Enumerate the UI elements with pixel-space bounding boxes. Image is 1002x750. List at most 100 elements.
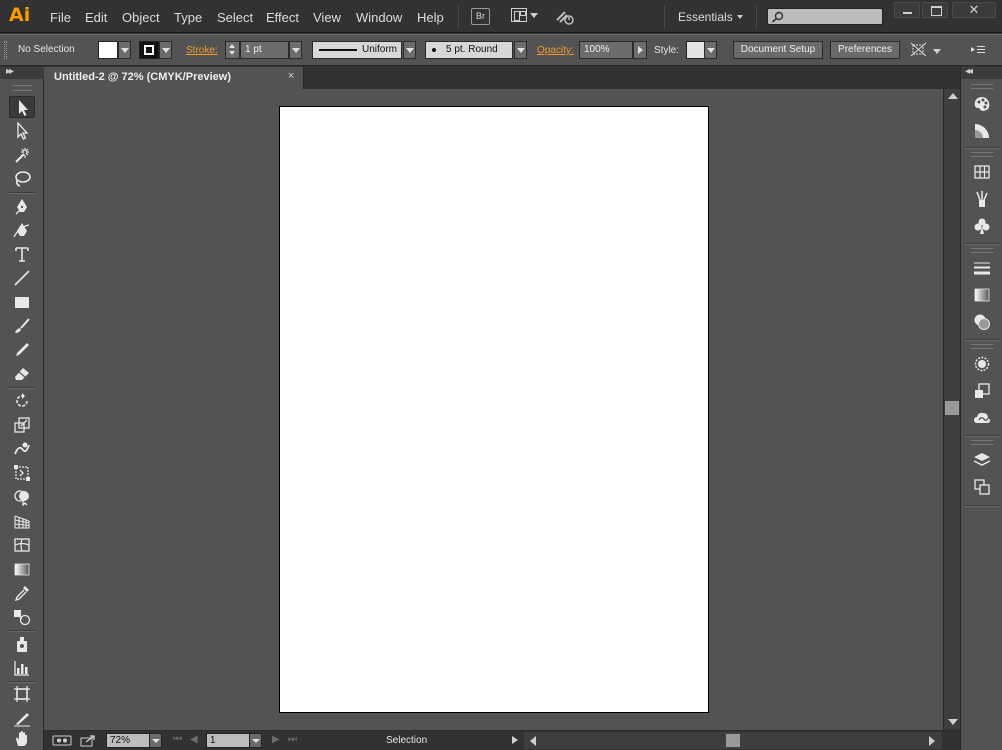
rectangle-tool-icon[interactable] bbox=[9, 291, 35, 313]
dock-grip[interactable] bbox=[971, 344, 993, 349]
stepper-up-icon[interactable] bbox=[229, 44, 235, 48]
symbol-sprayer-tool-icon[interactable] bbox=[9, 633, 35, 655]
dock-grip[interactable] bbox=[971, 152, 993, 157]
menu-view[interactable]: View bbox=[313, 10, 341, 25]
brush-dropdown[interactable] bbox=[514, 41, 527, 59]
line-segment-tool-icon[interactable] bbox=[9, 267, 35, 289]
blend-tool-icon[interactable] bbox=[9, 606, 35, 628]
scroll-left-icon[interactable] bbox=[530, 736, 536, 746]
workspace-switcher[interactable]: Essentials bbox=[678, 10, 733, 24]
tools-panel-header[interactable]: ▸▸ bbox=[0, 66, 44, 79]
perspective-grid-tool-icon[interactable] bbox=[9, 510, 35, 532]
selection-tool-icon[interactable] bbox=[9, 96, 35, 118]
stroke-weight-dropdown[interactable] bbox=[289, 41, 302, 59]
isolation-dropdown-icon[interactable] bbox=[933, 49, 941, 54]
artboard-number-field[interactable]: 1 bbox=[206, 733, 250, 748]
gpu-performance-icon[interactable] bbox=[555, 8, 575, 26]
document-tab[interactable]: Untitled-2 @ 72% (CMYK/Preview) × bbox=[44, 67, 304, 89]
stroke-panel-link[interactable]: Stroke: bbox=[186, 45, 218, 56]
tools-panel-grip[interactable] bbox=[12, 85, 32, 91]
canvas-area[interactable] bbox=[44, 89, 943, 730]
next-artboard-icon[interactable]: ▶ bbox=[272, 734, 280, 745]
variable-width-profile[interactable]: Uniform bbox=[312, 41, 402, 59]
menu-type[interactable]: Type bbox=[174, 10, 202, 25]
menu-object[interactable]: Object bbox=[122, 10, 160, 25]
rotate-tool-icon[interactable] bbox=[9, 390, 35, 412]
layers-panel-icon[interactable] bbox=[970, 449, 994, 471]
brushes-panel-icon[interactable] bbox=[970, 188, 994, 210]
free-transform-tool-icon[interactable] bbox=[9, 462, 35, 484]
stroke-weight-stepper[interactable] bbox=[225, 41, 240, 59]
arrange-dropdown-icon[interactable] bbox=[530, 13, 538, 18]
scroll-down-icon[interactable] bbox=[948, 719, 958, 725]
swatches-panel-icon[interactable] bbox=[970, 161, 994, 183]
opacity-field[interactable]: 100% bbox=[579, 41, 633, 59]
artboard-dropdown[interactable] bbox=[249, 733, 262, 748]
control-bar-grip[interactable] bbox=[4, 41, 7, 59]
stepper-down-icon[interactable] bbox=[229, 51, 235, 55]
stroke-dropdown[interactable] bbox=[159, 41, 172, 59]
stroke-panel-icon[interactable] bbox=[970, 257, 994, 279]
menu-edit[interactable]: Edit bbox=[85, 10, 107, 25]
gradient-panel-icon[interactable] bbox=[970, 284, 994, 306]
graphic-styles-panel-icon[interactable] bbox=[970, 380, 994, 402]
slice-tool-icon[interactable] bbox=[9, 707, 35, 729]
symbols-panel-icon[interactable] bbox=[970, 215, 994, 237]
lasso-tool-icon[interactable] bbox=[9, 168, 35, 190]
color-panel-icon[interactable] bbox=[970, 93, 994, 115]
arrange-documents-icon[interactable] bbox=[511, 8, 527, 22]
current-tool-status[interactable]: Selection bbox=[386, 735, 427, 746]
graphic-style-swatch[interactable] bbox=[686, 41, 706, 59]
zoom-dropdown[interactable] bbox=[149, 733, 162, 748]
scroll-up-icon[interactable] bbox=[948, 93, 958, 99]
shape-builder-tool-icon[interactable] bbox=[9, 486, 35, 508]
menu-help[interactable]: Help bbox=[417, 10, 444, 25]
mesh-tool-icon[interactable] bbox=[9, 534, 35, 556]
stroke-weight-field[interactable]: 1 pt bbox=[240, 41, 289, 59]
graphic-style-dropdown[interactable] bbox=[704, 41, 717, 59]
collapse-icon[interactable]: ▸▸ bbox=[6, 66, 14, 77]
dock-grip[interactable] bbox=[971, 84, 993, 89]
stroke-swatch[interactable] bbox=[139, 41, 159, 59]
dock-grip[interactable] bbox=[971, 440, 993, 445]
horizontal-scrollbar[interactable] bbox=[524, 732, 942, 749]
close-window-button[interactable]: ✕ bbox=[952, 2, 996, 18]
document-setup-button[interactable]: Document Setup bbox=[733, 41, 823, 59]
vertical-scrollbar[interactable] bbox=[943, 89, 960, 730]
hand-tool-icon[interactable] bbox=[9, 728, 35, 750]
maximize-button[interactable] bbox=[922, 2, 948, 18]
control-panel-menu-icon[interactable] bbox=[970, 43, 986, 57]
type-tool-icon[interactable] bbox=[9, 243, 35, 265]
opacity-slider-button[interactable] bbox=[633, 41, 647, 59]
menu-file[interactable]: File bbox=[50, 10, 71, 25]
column-graph-tool-icon[interactable] bbox=[9, 657, 35, 679]
close-tab-icon[interactable]: × bbox=[288, 70, 294, 82]
first-artboard-icon[interactable]: ⏮ bbox=[173, 734, 182, 745]
direct-selection-tool-icon[interactable] bbox=[9, 120, 35, 142]
dock-header[interactable]: ◂◂ bbox=[961, 66, 1002, 79]
zoom-field[interactable]: 72% bbox=[106, 733, 150, 748]
transparency-panel-icon[interactable] bbox=[970, 311, 994, 333]
curvature-tool-icon[interactable] bbox=[9, 219, 35, 241]
fill-swatch[interactable] bbox=[98, 41, 118, 59]
menu-effect[interactable]: Effect bbox=[266, 10, 299, 25]
share-export-icon[interactable] bbox=[80, 734, 96, 747]
gpu-preview-icon[interactable] bbox=[52, 734, 72, 747]
bridge-button[interactable]: Br bbox=[471, 8, 490, 25]
artboard-tool-icon[interactable] bbox=[9, 683, 35, 705]
last-artboard-icon[interactable]: ⏭ bbox=[288, 734, 297, 745]
artboard[interactable] bbox=[279, 106, 709, 713]
status-menu-icon[interactable] bbox=[512, 736, 518, 744]
expand-panels-icon[interactable]: ◂◂ bbox=[965, 66, 973, 77]
help-search-box[interactable] bbox=[767, 8, 883, 25]
search-input[interactable] bbox=[786, 10, 880, 23]
horizontal-scroll-thumb[interactable] bbox=[726, 734, 740, 747]
color-guide-panel-icon[interactable] bbox=[970, 120, 994, 142]
artboards-panel-icon[interactable] bbox=[970, 476, 994, 498]
menu-select[interactable]: Select bbox=[217, 10, 253, 25]
warp-tool-icon[interactable] bbox=[9, 438, 35, 460]
pen-tool-icon[interactable] bbox=[9, 195, 35, 217]
appearance-panel-icon[interactable] bbox=[970, 353, 994, 375]
previous-artboard-icon[interactable]: ◀ bbox=[190, 734, 198, 745]
fill-dropdown[interactable] bbox=[118, 41, 131, 59]
